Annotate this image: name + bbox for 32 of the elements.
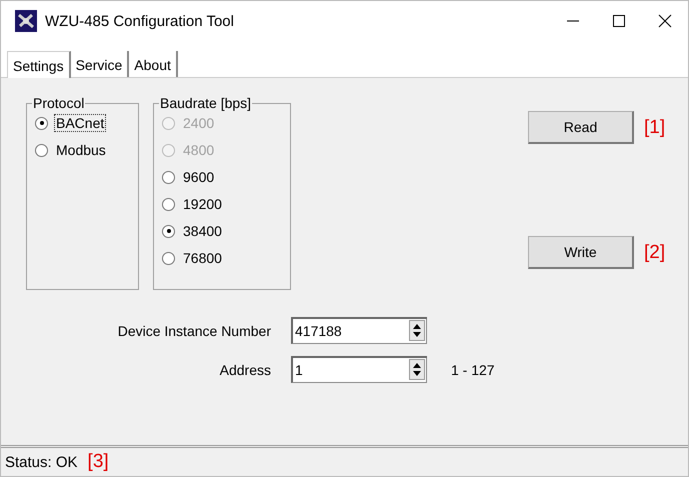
radio-label: 4800	[182, 141, 216, 159]
group-title: Protocol	[32, 95, 86, 111]
radio-label: 9600	[182, 168, 216, 186]
action-button[interactable]: Write	[528, 236, 634, 269]
radio-button[interactable]	[162, 198, 175, 210]
callout-label: [2]	[644, 242, 666, 264]
tab[interactable]: Settings	[7, 51, 71, 78]
callout-label: [1]	[644, 116, 666, 138]
radio-button[interactable]	[162, 170, 175, 184]
spin-field[interactable]: 417188	[291, 317, 408, 344]
window-title: WZU-485 Configuration Tool	[45, 12, 235, 30]
radio-button[interactable]	[35, 116, 48, 130]
radio-button[interactable]	[162, 224, 175, 238]
callout-label: [3]	[88, 451, 109, 473]
spinner-icon[interactable]	[408, 356, 427, 383]
range-hint: 1 - 127	[451, 362, 495, 378]
field-label: Device Instance Number	[116, 322, 272, 338]
spinner-icon[interactable]	[408, 317, 427, 344]
app-icon	[15, 10, 37, 32]
radio-button[interactable]	[162, 252, 175, 264]
status-text: Status: OK	[5, 454, 78, 470]
radio-label: 19200	[182, 195, 223, 213]
field-label: Address	[218, 362, 272, 378]
radio-label: 2400	[182, 114, 216, 132]
radio-button[interactable]	[35, 144, 48, 156]
group-title: Baudrate [bps]	[159, 95, 252, 111]
action-button[interactable]: Read	[528, 111, 634, 144]
radio-label: BACnet	[54, 114, 106, 132]
spin-field[interactable]: 1	[291, 356, 408, 383]
radio-label: Modbus	[55, 141, 107, 159]
radio-label: 76800	[182, 249, 223, 267]
radio-label: 38400	[182, 222, 223, 240]
